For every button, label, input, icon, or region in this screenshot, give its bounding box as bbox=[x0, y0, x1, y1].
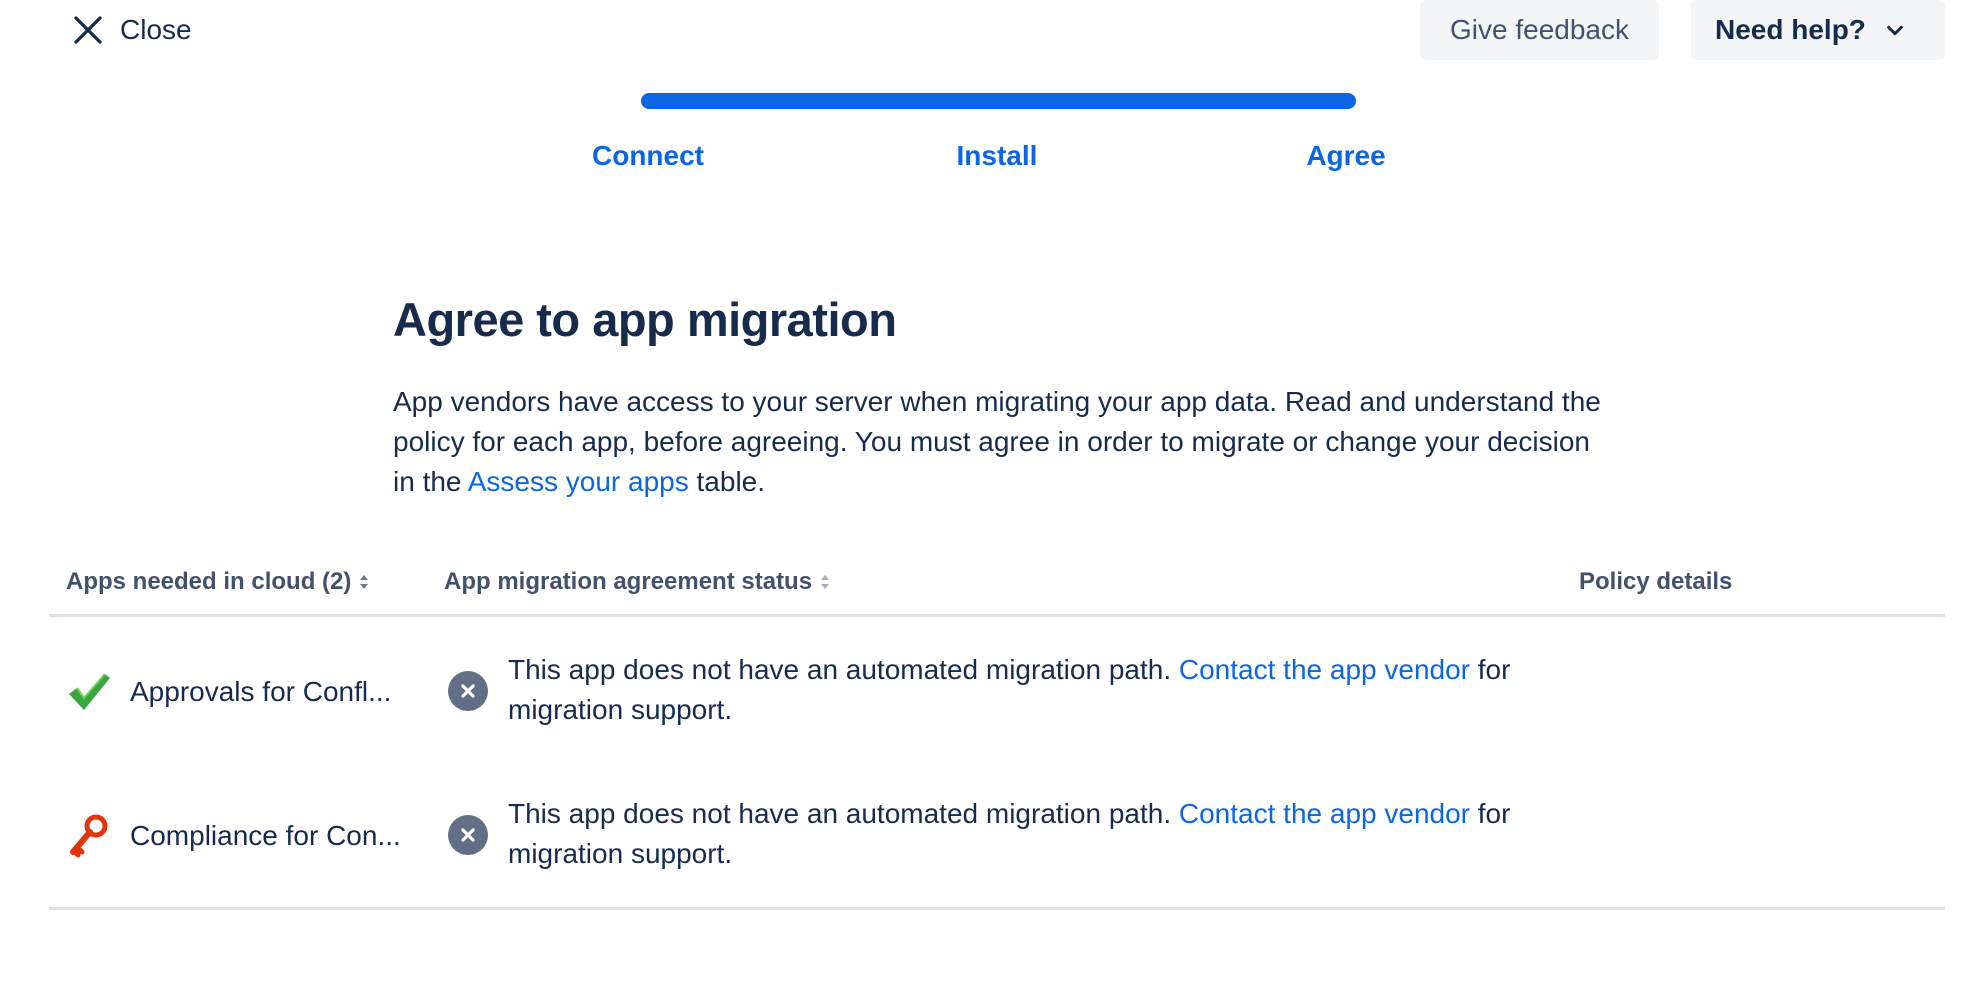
key-icon bbox=[70, 814, 108, 858]
table-header-divider bbox=[49, 614, 1945, 617]
column-header-status[interactable]: App migration agreement status bbox=[444, 568, 832, 596]
sort-icon bbox=[360, 575, 369, 589]
need-help-button[interactable]: Need help? bbox=[1691, 0, 1945, 60]
step-connect[interactable]: Connect bbox=[548, 140, 748, 172]
description-text-end: table. bbox=[688, 466, 766, 497]
app-name: Approvals for Confl... bbox=[130, 676, 392, 707]
column-header-apps[interactable]: Apps needed in cloud (2) bbox=[66, 568, 371, 596]
app-name: Compliance for Con... bbox=[130, 820, 401, 851]
checkmark-icon bbox=[69, 673, 110, 710]
step-agree[interactable]: Agree bbox=[1246, 140, 1446, 172]
contact-vendor-link[interactable]: Contact the app vendor bbox=[1179, 654, 1470, 685]
sort-icon bbox=[821, 575, 830, 589]
close-label: Close bbox=[120, 14, 192, 45]
column-header-status-label: App migration agreement status bbox=[444, 568, 813, 595]
close-icon bbox=[74, 16, 102, 44]
status-text-start: This app does not have an automated migr… bbox=[508, 654, 1179, 685]
status-text: This app does not have an automated migr… bbox=[508, 794, 1588, 874]
table-row: Compliance for Con... This app does not … bbox=[49, 764, 1945, 904]
status-text-start: This app does not have an automated migr… bbox=[508, 798, 1179, 829]
page-description: App vendors have access to your server w… bbox=[393, 382, 1613, 502]
page-title: Agree to app migration bbox=[393, 293, 897, 346]
progress-bar bbox=[641, 93, 1356, 109]
column-header-policy-label: Policy details bbox=[1579, 568, 1733, 595]
x-circle-icon bbox=[448, 815, 488, 855]
step-install[interactable]: Install bbox=[897, 140, 1097, 172]
close-button[interactable]: Close bbox=[70, 8, 192, 52]
table-row: Approvals for Confl... This app does not… bbox=[49, 620, 1945, 760]
column-header-policy: Policy details bbox=[1579, 568, 1732, 596]
chevron-down-icon bbox=[1887, 25, 1903, 36]
assess-your-apps-link[interactable]: Assess your apps bbox=[468, 466, 689, 497]
x-circle-icon bbox=[448, 671, 488, 711]
need-help-label: Need help? bbox=[1715, 14, 1866, 45]
give-feedback-label: Give feedback bbox=[1450, 14, 1629, 45]
give-feedback-button[interactable]: Give feedback bbox=[1420, 0, 1659, 60]
table-bottom-divider bbox=[49, 907, 1945, 910]
contact-vendor-link[interactable]: Contact the app vendor bbox=[1179, 798, 1470, 829]
status-text: This app does not have an automated migr… bbox=[508, 650, 1588, 730]
column-header-apps-label: Apps needed in cloud (2) bbox=[66, 568, 352, 595]
top-bar: Close Give feedback Need help? bbox=[0, 0, 1977, 60]
